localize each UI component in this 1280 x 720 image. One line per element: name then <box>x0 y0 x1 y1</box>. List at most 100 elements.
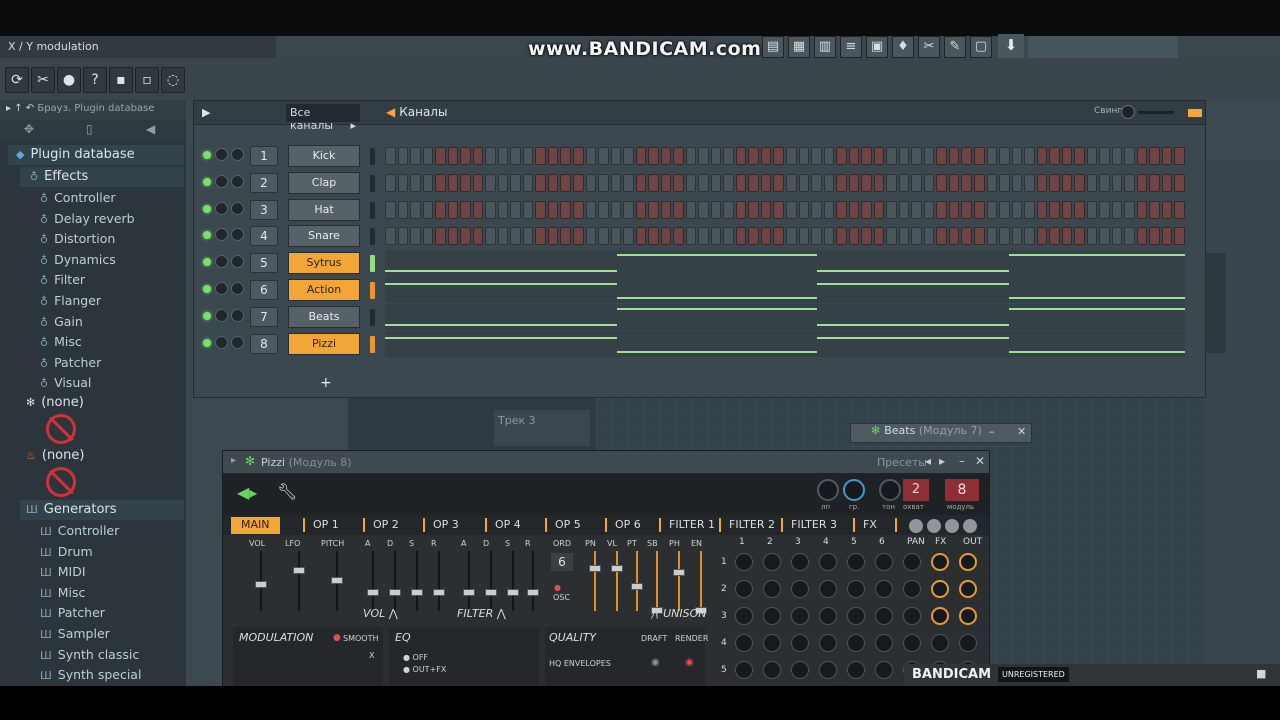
matrix-knob[interactable] <box>735 607 753 625</box>
step-button[interactable] <box>898 200 910 219</box>
matrix-knob[interactable] <box>763 580 781 598</box>
channel-pan-knob[interactable] <box>215 174 228 188</box>
step-button[interactable] <box>961 173 972 192</box>
matrix-knob[interactable] <box>847 661 865 679</box>
step-button[interactable] <box>848 173 860 192</box>
step-button[interactable] <box>673 227 684 246</box>
channel-mixer-track[interactable]: 2 <box>250 172 278 193</box>
step-button[interactable] <box>823 200 835 219</box>
channel-mixer-track[interactable]: 7 <box>250 306 278 327</box>
step-button[interactable] <box>1024 173 1035 192</box>
project-info-icon[interactable]: ✎ <box>944 36 966 58</box>
step-button[interactable] <box>685 147 697 165</box>
step-button[interactable] <box>698 147 709 165</box>
step-button[interactable] <box>999 200 1010 219</box>
menu-icon[interactable] <box>963 519 977 533</box>
step-button[interactable] <box>510 200 521 219</box>
fader-handle[interactable] <box>673 569 685 576</box>
step-button[interactable] <box>522 147 534 165</box>
swing-slider[interactable] <box>1138 111 1174 114</box>
step-button[interactable] <box>560 200 571 219</box>
channel-mixer-track[interactable]: 8 <box>250 333 278 354</box>
step-button[interactable] <box>1049 173 1060 192</box>
step-button[interactable] <box>447 147 459 165</box>
step-button[interactable] <box>522 227 534 246</box>
step-button[interactable] <box>547 227 559 246</box>
step-button[interactable] <box>873 200 885 219</box>
browser-root[interactable]: ◆ Plugin database <box>16 147 135 162</box>
step-button[interactable] <box>648 147 659 165</box>
channel-name-button[interactable]: Snare <box>288 225 360 248</box>
step-button[interactable] <box>1124 227 1135 246</box>
step-button[interactable] <box>698 173 709 192</box>
matrix-knob[interactable] <box>763 661 781 679</box>
channel-select-indicator[interactable] <box>370 335 375 353</box>
step-button[interactable] <box>898 147 910 165</box>
step-button[interactable] <box>798 200 810 219</box>
step-button[interactable] <box>923 173 935 192</box>
ord-display[interactable]: 6 <box>551 553 573 571</box>
step-button[interactable] <box>1036 227 1048 246</box>
step-button[interactable] <box>873 147 885 165</box>
step-button[interactable] <box>1111 147 1123 165</box>
mini-piano-roll[interactable] <box>385 303 1185 330</box>
view-pianoroll-icon[interactable]: ▦ <box>788 36 810 58</box>
mini-piano-roll[interactable] <box>385 277 1185 303</box>
plugin-tab[interactable]: OP 1 <box>313 518 339 531</box>
step-button[interactable] <box>1149 227 1160 246</box>
rack-options-icon[interactable] <box>1188 109 1202 117</box>
plugin-tab[interactable]: OP 4 <box>495 518 521 531</box>
close-icon[interactable]: ✕ <box>1017 425 1026 438</box>
browser-generator-item[interactable]: Ш Controller <box>40 523 119 538</box>
matrix-knob[interactable] <box>819 634 837 652</box>
step-button[interactable] <box>999 147 1010 165</box>
step-button[interactable] <box>898 173 910 192</box>
step-button[interactable] <box>836 173 847 192</box>
step-button[interactable] <box>786 147 797 165</box>
matrix-knob[interactable] <box>875 607 893 625</box>
step-button[interactable] <box>798 147 810 165</box>
playlist-track-3[interactable]: Трек 3 <box>494 410 590 446</box>
detach-icon[interactable]: ▢ <box>970 36 992 58</box>
step-button[interactable] <box>986 200 998 219</box>
step-button[interactable] <box>861 227 872 246</box>
step-button[interactable] <box>485 173 496 192</box>
step-button[interactable] <box>385 147 396 165</box>
step-button[interactable] <box>748 227 759 246</box>
step-button[interactable] <box>610 227 622 246</box>
step-button[interactable] <box>460 173 471 192</box>
channel-mute-led[interactable] <box>203 285 211 293</box>
channel-select-indicator[interactable] <box>370 148 375 165</box>
step-button[interactable] <box>1024 227 1035 246</box>
step-button[interactable] <box>435 173 446 192</box>
step-button[interactable] <box>710 200 722 219</box>
step-button[interactable] <box>1161 227 1173 246</box>
plugin-tab[interactable]: MAIN <box>231 517 280 534</box>
step-button[interactable] <box>497 173 509 192</box>
step-button[interactable] <box>861 173 872 192</box>
channel-pan-knob[interactable] <box>215 148 228 161</box>
channel-name-button[interactable]: Kick <box>288 145 360 167</box>
channel-select-indicator[interactable] <box>370 308 375 326</box>
channel-volume-knob[interactable] <box>231 174 244 188</box>
step-button[interactable] <box>1061 227 1073 246</box>
step-button[interactable] <box>886 227 897 246</box>
help-icon[interactable] <box>927 519 941 533</box>
step-button[interactable] <box>472 173 484 192</box>
matrix-knob[interactable] <box>735 580 753 598</box>
mic-icon[interactable]: ● <box>57 67 81 93</box>
matrix-knob[interactable] <box>959 553 977 571</box>
step-button[interactable] <box>1124 147 1135 165</box>
browser-generator-item[interactable]: Ш Synth classic <box>40 647 139 662</box>
matrix-knob[interactable] <box>847 553 865 571</box>
step-button[interactable] <box>623 227 634 246</box>
step-button[interactable] <box>410 173 421 192</box>
step-button[interactable] <box>510 147 521 165</box>
channel-name-button[interactable]: Clap <box>288 171 360 194</box>
step-button[interactable] <box>522 173 534 192</box>
help-icon[interactable]: ? <box>83 67 107 93</box>
browser-none-2[interactable]: ♨ (none) <box>26 448 84 463</box>
save-as-icon[interactable]: ▫ <box>135 67 159 93</box>
step-button[interactable] <box>961 147 972 165</box>
channel-name-button[interactable]: Hat <box>288 198 360 221</box>
